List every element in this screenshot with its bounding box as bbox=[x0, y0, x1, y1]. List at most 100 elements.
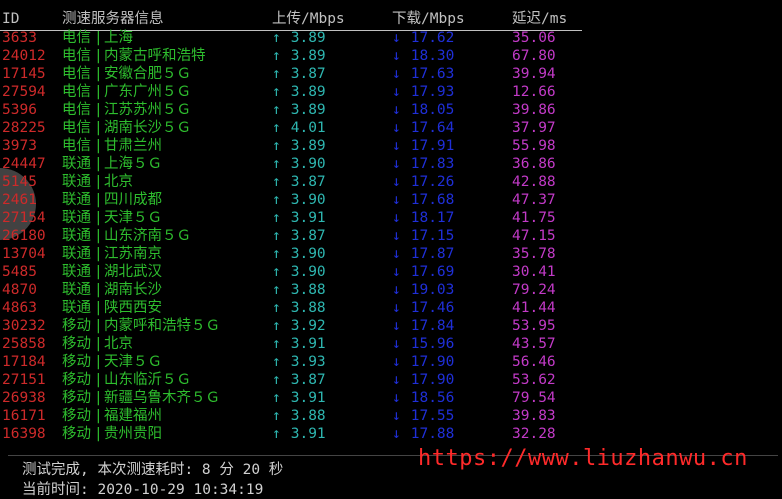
download-cell: ↓ 17.64 bbox=[392, 119, 454, 137]
server-location: 甘肃兰州 bbox=[104, 138, 162, 154]
upload-value: 3.91 bbox=[290, 210, 326, 226]
latency-value: 67.80 bbox=[512, 48, 556, 64]
download-cell: ↓ 17.63 bbox=[392, 65, 454, 83]
download-value: 17.87 bbox=[410, 246, 455, 262]
latency-value: 42.88 bbox=[512, 174, 556, 190]
down-arrow-icon: ↓ bbox=[392, 228, 401, 244]
server-location: 上海 bbox=[104, 30, 133, 46]
separator: | bbox=[94, 390, 103, 406]
upload-cell: ↑ 3.88 bbox=[272, 281, 326, 299]
up-arrow-icon: ↑ bbox=[272, 354, 281, 370]
up-arrow-icon: ↑ bbox=[272, 120, 281, 136]
upload-value: 3.87 bbox=[290, 228, 326, 244]
down-arrow-icon: ↓ bbox=[392, 210, 401, 226]
download-cell: ↓ 17.91 bbox=[392, 137, 454, 155]
server-location: 贵州贵阳 bbox=[104, 426, 162, 442]
download-value: 17.93 bbox=[410, 84, 455, 100]
upload-cell: ↑ 3.91 bbox=[272, 209, 326, 227]
isp-name: 电信 bbox=[62, 30, 91, 46]
isp-name: 联通 bbox=[62, 264, 91, 280]
download-value: 18.30 bbox=[410, 48, 455, 64]
download-value: 17.26 bbox=[410, 174, 455, 190]
up-arrow-icon: ↑ bbox=[272, 300, 281, 316]
header-latency: 延迟/ms bbox=[512, 11, 568, 27]
upload-value: 4.01 bbox=[290, 120, 326, 136]
download-value: 17.90 bbox=[410, 354, 455, 370]
download-cell: ↓ 18.56 bbox=[392, 389, 454, 407]
download-value: 17.46 bbox=[410, 300, 455, 316]
download-cell: ↓ 17.87 bbox=[392, 245, 454, 263]
latency-value: 56.46 bbox=[512, 354, 556, 370]
upload-cell: ↑ 3.92 bbox=[272, 317, 326, 335]
up-arrow-icon: ↑ bbox=[272, 408, 281, 424]
upload-cell: ↑ 3.87 bbox=[272, 173, 326, 191]
server-location: 湖南长沙５Ｇ bbox=[104, 120, 191, 136]
download-value: 17.90 bbox=[410, 372, 455, 388]
up-arrow-icon: ↑ bbox=[272, 66, 281, 82]
up-arrow-icon: ↑ bbox=[272, 48, 281, 64]
isp-name: 移动 bbox=[62, 354, 91, 370]
latency-value: 43.57 bbox=[512, 336, 556, 352]
latency-value: 30.41 bbox=[512, 264, 556, 280]
download-cell: ↓ 17.68 bbox=[392, 191, 454, 209]
download-value: 18.05 bbox=[410, 102, 455, 118]
upload-cell: ↑ 3.90 bbox=[272, 245, 326, 263]
server-id: 28225 bbox=[2, 120, 46, 136]
up-arrow-icon: ↑ bbox=[272, 192, 281, 208]
down-arrow-icon: ↓ bbox=[392, 156, 401, 172]
down-arrow-icon: ↓ bbox=[392, 282, 401, 298]
down-arrow-icon: ↓ bbox=[392, 66, 401, 82]
separator: | bbox=[94, 408, 103, 424]
download-cell: ↓ 19.03 bbox=[392, 281, 454, 299]
download-cell: ↓ 17.90 bbox=[392, 371, 454, 389]
down-arrow-icon: ↓ bbox=[392, 300, 401, 316]
up-arrow-icon: ↑ bbox=[272, 30, 281, 46]
download-value: 17.63 bbox=[410, 66, 455, 82]
upload-value: 3.90 bbox=[290, 192, 326, 208]
server-id: 24447 bbox=[2, 156, 46, 172]
latency-value: 36.86 bbox=[512, 156, 556, 172]
download-value: 17.84 bbox=[410, 318, 455, 334]
server-location: 山东临沂５Ｇ bbox=[104, 372, 191, 388]
upload-value: 3.88 bbox=[290, 300, 326, 316]
server-location: 江苏南京 bbox=[104, 246, 162, 262]
down-arrow-icon: ↓ bbox=[392, 390, 401, 406]
download-value: 17.83 bbox=[410, 156, 455, 172]
server-id: 5145 bbox=[2, 174, 37, 190]
latency-value: 41.75 bbox=[512, 210, 556, 226]
server-id: 26938 bbox=[2, 390, 46, 406]
upload-value: 3.91 bbox=[290, 426, 326, 442]
server-id: 26180 bbox=[2, 228, 46, 244]
download-value: 17.55 bbox=[410, 408, 455, 424]
isp-name: 联通 bbox=[62, 246, 91, 262]
server-location: 安徽合肥５Ｇ bbox=[104, 66, 191, 82]
upload-value: 3.92 bbox=[290, 318, 326, 334]
upload-value: 3.89 bbox=[290, 102, 326, 118]
server-id: 17145 bbox=[2, 66, 46, 82]
isp-name: 联通 bbox=[62, 282, 91, 298]
upload-value: 3.89 bbox=[290, 84, 326, 100]
up-arrow-icon: ↑ bbox=[272, 390, 281, 406]
terminal-window[interactable]: ID 测速服务器信息 上传/Mbps 下载/Mbps 延迟/ms 3633 电信 |… bbox=[0, 0, 782, 498]
upload-cell: ↑ 3.89 bbox=[272, 47, 326, 65]
server-id: 3973 bbox=[2, 138, 37, 154]
upload-cell: ↑ 3.89 bbox=[272, 29, 326, 47]
isp-name: 联通 bbox=[62, 174, 91, 190]
server-location: 陕西西安 bbox=[104, 300, 162, 316]
download-cell: ↓ 17.93 bbox=[392, 83, 454, 101]
server-id: 27151 bbox=[2, 372, 46, 388]
download-value: 17.68 bbox=[410, 192, 455, 208]
server-id: 3633 bbox=[2, 30, 37, 46]
server-location: 广东广州５Ｇ bbox=[104, 84, 191, 100]
separator: | bbox=[94, 300, 103, 316]
upload-value: 3.88 bbox=[290, 408, 326, 424]
server-id: 24012 bbox=[2, 48, 46, 64]
isp-name: 电信 bbox=[62, 138, 91, 154]
latency-value: 47.15 bbox=[512, 228, 556, 244]
download-cell: ↓ 17.62 bbox=[392, 29, 454, 47]
separator: | bbox=[94, 102, 103, 118]
server-id: 2461 bbox=[2, 192, 37, 208]
separator: | bbox=[94, 156, 103, 172]
server-id: 13704 bbox=[2, 246, 46, 262]
up-arrow-icon: ↑ bbox=[272, 318, 281, 334]
